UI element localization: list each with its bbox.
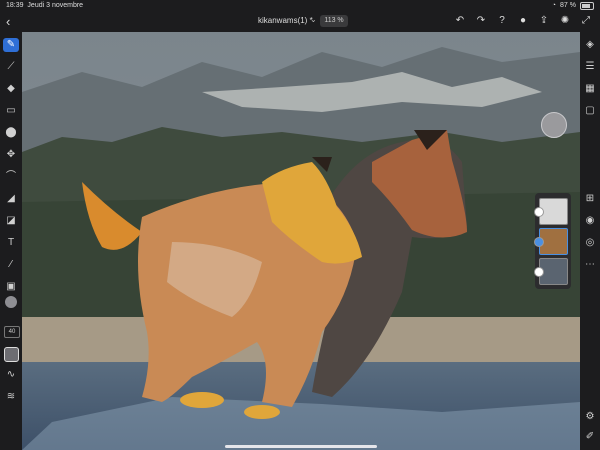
- wave-icon[interactable]: ∿: [3, 368, 19, 382]
- layer-select-dot-1[interactable]: [534, 207, 544, 217]
- layers-panel: [534, 193, 571, 289]
- eyedropper-icon[interactable]: ⁄: [3, 258, 19, 272]
- status-date: Jeudi 3 novembre: [27, 2, 84, 9]
- layer-select-dot-2[interactable]: [534, 237, 544, 247]
- battery-percent: 87 %: [560, 2, 576, 9]
- layer-thumb-1[interactable]: [534, 198, 568, 225]
- layers-icon[interactable]: ◈: [583, 38, 597, 52]
- layer-select-dot-3[interactable]: [534, 267, 544, 277]
- redo-icon[interactable]: ↷: [475, 15, 487, 26]
- toolbar-actions: ↶ ↷ ? ● ⇪ ✺ ⤢: [454, 15, 592, 26]
- bucket-icon[interactable]: ◢: [3, 192, 19, 206]
- title-menu-caret-icon[interactable]: ⌄: [310, 15, 317, 24]
- color-swatch[interactable]: [5, 296, 17, 308]
- gradient-icon[interactable]: ◪: [3, 214, 19, 228]
- eye-icon[interactable]: ◉: [583, 214, 597, 228]
- smudge-icon[interactable]: ⟋: [3, 60, 19, 74]
- fill-icon[interactable]: ◆: [3, 82, 19, 96]
- status-time: 18:39: [6, 2, 24, 9]
- add-layer-icon[interactable]: ⊞: [583, 192, 597, 206]
- status-time-date: 18:39 Jeudi 3 novembre: [6, 0, 83, 12]
- undo-icon[interactable]: ↶: [454, 15, 466, 26]
- wifi-icon: ◔: [551, 2, 557, 9]
- more-icon[interactable]: ⋯: [583, 258, 597, 272]
- image-icon[interactable]: ▣: [3, 280, 19, 294]
- share-icon[interactable]: ⇪: [538, 15, 550, 26]
- right-toolbar: ◈ ☰ ▦ ▢ ⊞ ◉ ◎ ⋯ ⚙ ✐: [580, 32, 600, 450]
- account-icon[interactable]: ●: [517, 15, 529, 26]
- comment-icon[interactable]: ▢: [583, 104, 597, 118]
- settings-gear-icon[interactable]: ✺: [559, 15, 571, 26]
- quick-color-button[interactable]: [541, 112, 567, 138]
- sliders-icon[interactable]: ☰: [583, 60, 597, 74]
- layer-thumb-3[interactable]: [534, 258, 568, 285]
- lasso-icon[interactable]: ⌒: [3, 170, 19, 184]
- layer-thumb-2[interactable]: [534, 228, 568, 255]
- left-toolbar: ✎ ⟋ ◆ ▭ ⬤ ✥ ⌒ ◢ ◪ T ⁄ ▣ 40 ∿ ≋: [0, 32, 22, 450]
- zoom-level[interactable]: 113 %: [320, 15, 348, 27]
- home-indicator: [225, 445, 377, 448]
- artwork-image: [22, 32, 580, 450]
- status-bar: 18:39 Jeudi 3 novembre ◔ 87 %: [0, 0, 600, 12]
- document-title[interactable]: kikanwams(1) *: [258, 16, 313, 25]
- clone-icon[interactable]: ⬤: [3, 126, 19, 140]
- help-icon[interactable]: ?: [496, 15, 508, 26]
- move-icon[interactable]: ✥: [3, 148, 19, 162]
- pen-icon[interactable]: ✐: [583, 430, 597, 444]
- brush-icon[interactable]: ✎: [3, 38, 19, 52]
- battery-icon: [580, 2, 594, 10]
- top-toolbar: ‹ kikanwams(1) * ⌄ 113 % ↶ ↷ ? ● ⇪ ✺ ⤢: [0, 12, 600, 32]
- settings-icon[interactable]: ⚙: [583, 410, 597, 424]
- text-icon[interactable]: T: [3, 236, 19, 250]
- status-right: ◔ 87 %: [552, 0, 594, 12]
- artwork-canvas[interactable]: [22, 32, 580, 450]
- adjust-icon[interactable]: ≋: [3, 390, 19, 404]
- grid-icon[interactable]: ▦: [583, 82, 597, 96]
- blend-icon[interactable]: ◎: [583, 236, 597, 250]
- brush-size-box[interactable]: 40: [4, 326, 20, 338]
- fullscreen-icon[interactable]: ⤢: [580, 15, 592, 26]
- eraser-icon[interactable]: ▭: [3, 104, 19, 118]
- square-brush-icon[interactable]: [4, 347, 19, 362]
- back-chevron-icon[interactable]: ‹: [6, 14, 10, 29]
